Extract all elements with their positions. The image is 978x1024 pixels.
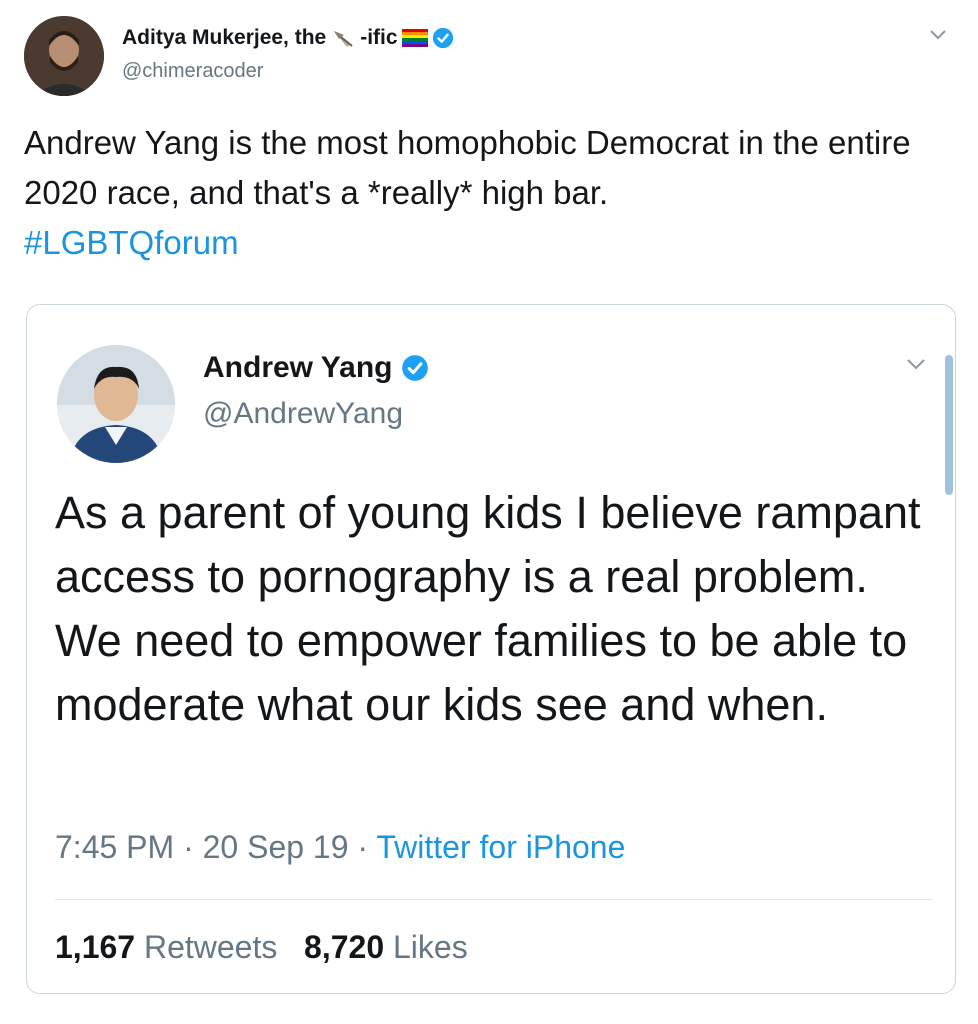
avatar-photo-icon	[24, 16, 104, 96]
meta-separator: ·	[357, 829, 369, 865]
likes-label: Likes	[393, 929, 468, 965]
hashtag-link[interactable]: #LGBTQforum	[24, 224, 239, 261]
meta-separator: ·	[183, 829, 194, 865]
tweet-meta: 7:45 PM · 20 Sep 19 · Twitter for iPhone	[55, 829, 625, 866]
avatar-photo-icon	[57, 345, 175, 463]
tweet-stats: 1,167 Retweets 8,720 Likes	[55, 929, 468, 966]
tweet-source-link[interactable]: Twitter for iPhone	[376, 829, 625, 865]
chevron-down-icon[interactable]	[905, 357, 927, 371]
quoted-tweet-card[interactable]: Andrew Yang @AndrewYang As a parent of y…	[26, 304, 956, 994]
quoted-tweet-text: As a parent of young kids I believe ramp…	[55, 487, 921, 730]
quoted-author-handle[interactable]: @AndrewYang	[203, 397, 403, 431]
likes-count: 8,720	[304, 929, 385, 965]
quoted-author-name[interactable]: Andrew Yang	[203, 351, 393, 385]
quoted-avatar[interactable]	[57, 345, 175, 463]
tweet-time[interactable]: 7:45 PM	[55, 829, 174, 865]
verified-badge-icon	[401, 355, 428, 381]
rainbow-flag-icon	[401, 29, 428, 47]
tweet-text: Andrew Yang is the most homophobic Democ…	[24, 118, 964, 268]
chevron-down-icon[interactable]	[928, 28, 948, 42]
retweets-count: 1,167	[55, 929, 136, 965]
scrollbar[interactable]	[945, 355, 953, 495]
author-name[interactable]: Aditya Mukerjee, the	[122, 26, 326, 50]
likes-stat[interactable]: 8,720 Likes	[304, 929, 468, 965]
author-name-suffix: -ific	[360, 26, 398, 49]
tweet-date[interactable]: 20 Sep 19	[203, 829, 349, 865]
quoted-author-name-row[interactable]: Andrew Yang	[203, 351, 429, 385]
retweets-stat[interactable]: 1,167 Retweets	[55, 929, 286, 965]
verified-badge-icon	[432, 27, 453, 49]
divider	[55, 899, 933, 900]
retweets-label: Retweets	[143, 929, 278, 965]
tweet-screenshot: Aditya Mukerjee, the -ific @chimeracoder…	[0, 0, 978, 1024]
author-name-row[interactable]: Aditya Mukerjee, the -ific	[122, 26, 454, 50]
feather-icon	[333, 30, 353, 47]
tweet-body: Andrew Yang is the most homophobic Democ…	[24, 124, 911, 211]
author-handle[interactable]: @chimeracoder	[122, 60, 263, 83]
avatar[interactable]	[24, 16, 104, 96]
